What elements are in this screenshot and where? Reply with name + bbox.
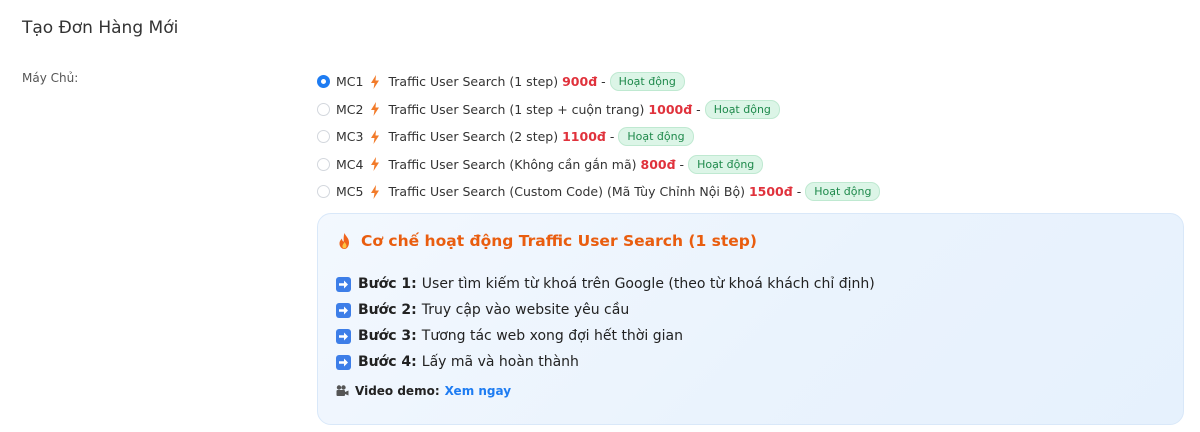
radio-mc2[interactable] <box>317 102 330 116</box>
card-title: Cơ chế hoạt động Traffic User Search (1 … <box>338 232 757 250</box>
step-item: Bước 4: Lấy mã và hoàn thành <box>336 349 875 375</box>
server-option-mc3[interactable]: MC3 Traffic User Search (2 step) 1100đ -… <box>317 123 880 151</box>
server-name: Traffic User Search (1 step) <box>388 74 559 90</box>
radio-mc5[interactable] <box>317 185 330 199</box>
server-code: MC5 <box>336 184 364 200</box>
page-title: Tạo Đơn Hàng Mới <box>22 18 179 38</box>
server-price: 900đ <box>562 74 598 90</box>
server-field-label: Máy Chủ: <box>22 71 79 85</box>
step-label: Bước 3: <box>358 328 417 344</box>
step-label: Bước 2: <box>358 302 417 318</box>
step-item: Bước 1: User tìm kiếm từ khoá trên Googl… <box>336 271 875 297</box>
bolt-icon <box>370 74 380 89</box>
arrow-right-icon <box>336 302 351 318</box>
step-text: Truy cập vào website yêu cầu <box>421 302 630 318</box>
server-option-mc5[interactable]: MC5 Traffic User Search (Custom Code) (M… <box>317 178 881 206</box>
server-code: MC2 <box>336 101 364 117</box>
bolt-icon <box>370 184 380 199</box>
server-name: Traffic User Search (2 step) <box>388 129 559 145</box>
server-option-mc2[interactable]: MC2 Traffic User Search (1 step + cuộn t… <box>317 96 880 124</box>
server-code: MC3 <box>336 129 364 145</box>
step-item: Bước 3: Tương tác web xong đợi hết thời … <box>336 323 875 349</box>
server-option-mc4[interactable]: MC4 Traffic User Search (Không cần gắn m… <box>317 151 880 179</box>
step-text: User tìm kiếm từ khoá trên Google (theo … <box>421 276 875 292</box>
fire-icon <box>338 233 351 249</box>
video-demo-label: Video demo: <box>355 384 440 398</box>
server-price: 1100đ <box>562 129 606 145</box>
steps-list: Bước 1: User tìm kiếm từ khoá trên Googl… <box>336 271 875 375</box>
step-item: Bước 2: Truy cập vào website yêu cầu <box>336 297 875 323</box>
step-label: Bước 4: <box>358 354 417 370</box>
server-name: Traffic User Search (Không cần gắn mã) <box>388 156 637 172</box>
separator-dash: - <box>601 74 606 90</box>
arrow-right-icon <box>336 328 351 344</box>
arrow-right-icon <box>336 276 351 292</box>
server-code: MC1 <box>336 74 364 90</box>
separator-dash: - <box>609 129 615 145</box>
server-options: MC1 Traffic User Search (1 step) 900đ - … <box>317 68 881 206</box>
separator-dash: - <box>696 101 701 117</box>
step-label: Bước 1: <box>358 276 417 292</box>
server-name: Traffic User Search (Custom Code) (Mã Tù… <box>388 184 745 200</box>
status-badge: Hoạt động <box>618 127 694 147</box>
step-text: Tương tác web xong đợi hết thời gian <box>421 328 683 344</box>
status-badge: Hoạt động <box>704 99 780 119</box>
step-text: Lấy mã và hoàn thành <box>421 354 579 370</box>
separator-dash: - <box>796 184 802 200</box>
status-badge: Hoạt động <box>609 72 685 92</box>
server-price: 1500đ <box>748 184 793 200</box>
status-badge: Hoạt động <box>688 154 764 174</box>
mechanism-info-card: Cơ chế hoạt động Traffic User Search (1 … <box>317 213 1184 425</box>
status-badge: Hoạt động <box>805 182 881 202</box>
video-demo-row: Video demo: Xem ngay <box>336 384 511 398</box>
video-demo-link[interactable]: Xem ngay <box>445 384 511 398</box>
radio-mc3[interactable] <box>317 130 330 144</box>
bolt-icon <box>370 129 380 144</box>
card-title-text: Cơ chế hoạt động Traffic User Search (1 … <box>361 232 757 250</box>
server-name: Traffic User Search (1 step + cuộn trang… <box>388 101 645 117</box>
server-option-mc1[interactable]: MC1 Traffic User Search (1 step) 900đ - … <box>317 68 880 96</box>
separator-dash: - <box>679 156 685 172</box>
bolt-icon <box>370 157 380 172</box>
movie-camera-icon <box>336 385 349 397</box>
radio-mc4[interactable] <box>317 157 330 171</box>
arrow-right-icon <box>336 354 351 370</box>
server-price: 800đ <box>640 156 676 172</box>
radio-mc1[interactable] <box>317 75 330 89</box>
server-code: MC4 <box>336 156 364 172</box>
bolt-icon <box>370 102 380 117</box>
server-price: 1000đ <box>648 101 693 117</box>
